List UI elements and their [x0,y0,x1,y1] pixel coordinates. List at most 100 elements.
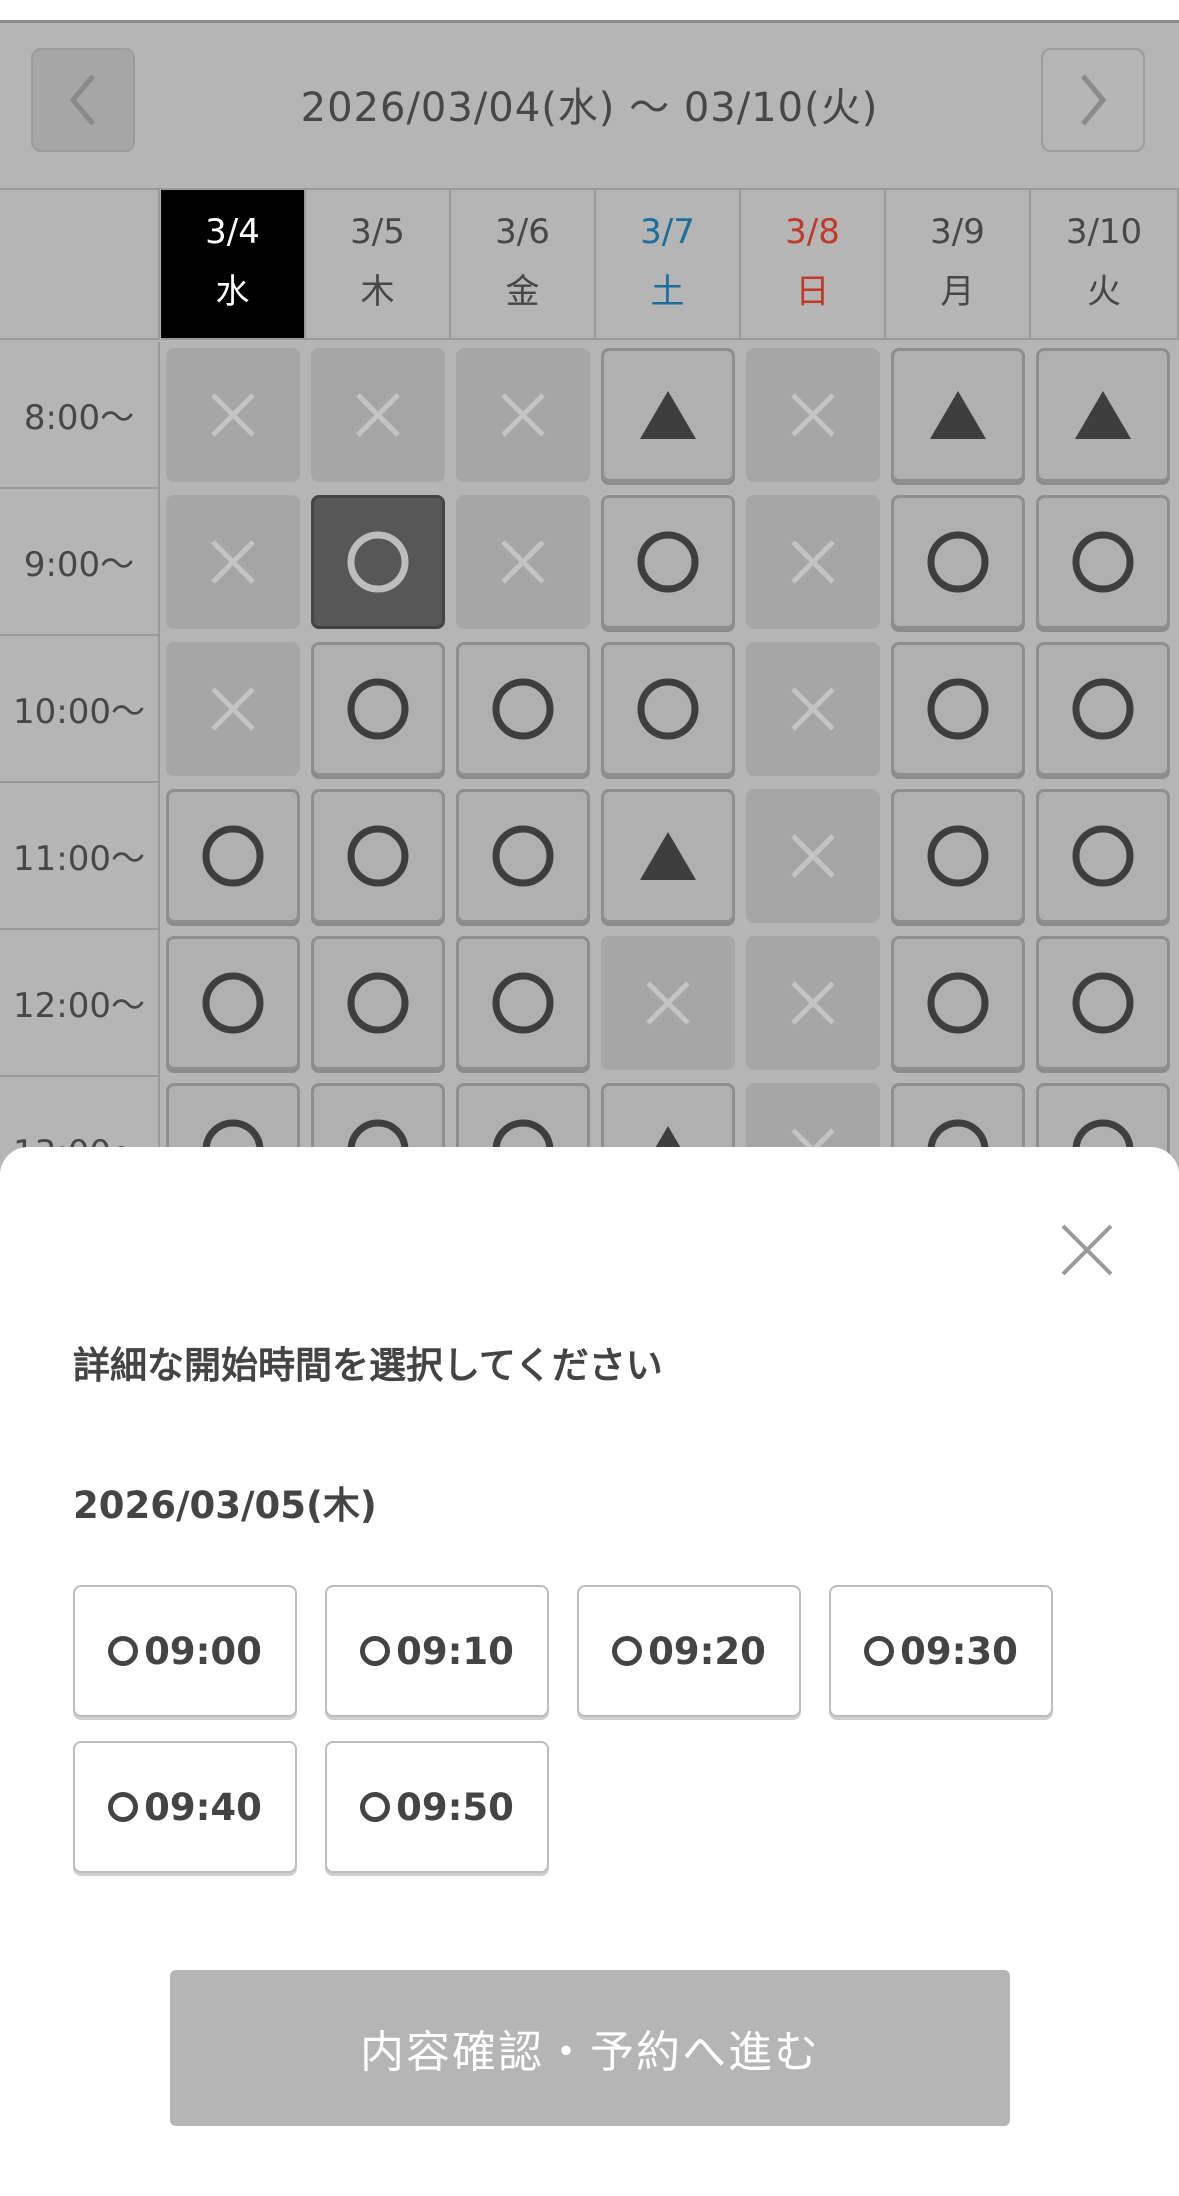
day-date: 3/4 [205,212,260,252]
time-slot-button[interactable]: 09:40 [73,1741,297,1873]
slot-cell[interactable] [601,348,735,482]
slot-cell [166,495,300,629]
day-weekday: 木 [360,272,395,312]
slot-cell [311,348,445,482]
time-label: 8:00〜 [0,342,160,489]
time-slot-label: 09:00 [144,1629,262,1673]
circle-icon [347,678,409,740]
triangle-icon [640,832,696,880]
slot-cell[interactable] [601,789,735,923]
slot-cell[interactable] [891,936,1025,1070]
triangle-icon [930,391,986,439]
circle-icon [927,972,989,1034]
time-slot-label: 09:10 [396,1629,514,1673]
cross-icon [646,981,690,1025]
day-weekday: 金 [505,272,540,312]
day-header-6: 3/10 火 [1031,190,1179,340]
circle-icon [347,531,409,593]
circle-icon [492,678,554,740]
time-slot-label: 09:40 [144,1785,262,1829]
day-weekday: 土 [650,272,685,312]
time-slot-button[interactable]: 09:30 [829,1585,1053,1717]
day-weekday: 水 [215,272,250,312]
circle-icon [360,1636,391,1666]
slot-cell[interactable] [601,495,735,629]
circle-icon [1072,678,1134,740]
cross-icon [356,393,400,437]
slot-cell [746,936,880,1070]
time-slot-button[interactable]: 09:50 [325,1741,549,1873]
circle-icon [612,1636,643,1666]
circle-icon [927,678,989,740]
circle-icon [108,1792,139,1822]
cross-icon [791,834,835,878]
time-label: 10:00〜 [0,636,160,783]
slot-cell [746,495,880,629]
day-header-0: 3/4 水 [161,190,306,340]
day-header-4: 3/8 日 [741,190,886,340]
slot-cell[interactable] [166,789,300,923]
slot-cell[interactable] [456,642,590,776]
circle-icon [347,972,409,1034]
circle-icon [927,825,989,887]
cross-icon [791,393,835,437]
day-date: 3/9 [930,212,985,252]
time-slot-button[interactable]: 09:20 [577,1585,801,1717]
slot-cell[interactable] [891,495,1025,629]
circle-icon [637,531,699,593]
time-slot-label: 09:30 [900,1629,1018,1673]
slot-cell[interactable] [311,789,445,923]
circle-icon [1072,972,1134,1034]
slot-cell[interactable] [891,642,1025,776]
slot-cell[interactable] [166,936,300,1070]
circle-icon [347,825,409,887]
chevron-right-icon [1081,74,1107,126]
circle-icon [108,1636,139,1666]
slot-cell[interactable] [601,642,735,776]
slot-cell [456,348,590,482]
slot-cell[interactable] [456,789,590,923]
circle-icon [202,972,264,1034]
time-select-sheet: 詳細な開始時間を選択してください 2026/03/05(木) 09:00 09:1… [0,1147,1179,2196]
confirm-reservation-button[interactable]: 内容確認・予約へ進む [170,1970,1010,2126]
day-header-2: 3/6 金 [451,190,596,340]
slot-cell[interactable] [311,642,445,776]
slot-cell [166,348,300,482]
slot-cell[interactable] [311,936,445,1070]
slot-cell[interactable] [1036,789,1170,923]
day-weekday: 日 [795,272,830,312]
day-weekday: 月 [940,272,975,312]
week-header: 2026/03/04(水) 〜 03/10(火) [0,23,1179,190]
close-icon[interactable] [1057,1220,1117,1280]
cross-icon [791,981,835,1025]
time-slot-label: 09:20 [648,1629,766,1673]
time-label: 11:00〜 [0,783,160,930]
slot-cell[interactable] [1036,348,1170,482]
slot-cell[interactable] [891,789,1025,923]
day-header-5: 3/9 月 [886,190,1031,340]
circle-icon [637,678,699,740]
grid-corner [0,190,160,340]
circle-icon [492,825,554,887]
cross-icon [211,687,255,731]
slot-cell[interactable] [311,495,445,629]
slot-cell[interactable] [1036,642,1170,776]
slot-cell[interactable] [1036,495,1170,629]
day-date: 3/7 [640,212,695,252]
time-slot-button[interactable]: 09:00 [73,1585,297,1717]
day-date: 3/6 [495,212,550,252]
status-bar [0,0,1179,23]
slot-cell [456,495,590,629]
cross-icon [791,540,835,584]
time-slot-button[interactable]: 09:10 [325,1585,549,1717]
cross-icon [501,540,545,584]
day-header-1: 3/5 木 [306,190,451,340]
cross-icon [211,393,255,437]
cross-icon [211,540,255,584]
slot-cell[interactable] [1036,936,1170,1070]
slot-cell[interactable] [456,936,590,1070]
slot-cell [601,936,735,1070]
slot-cell[interactable] [891,348,1025,482]
next-week-button[interactable] [1041,48,1145,152]
availability-grid: 3/4 水 3/5 木 3/6 金 3/7 土 3/8 日 3/9 月 3/10 火 8:00〜 9:00〜 1… [0,190,1179,1224]
